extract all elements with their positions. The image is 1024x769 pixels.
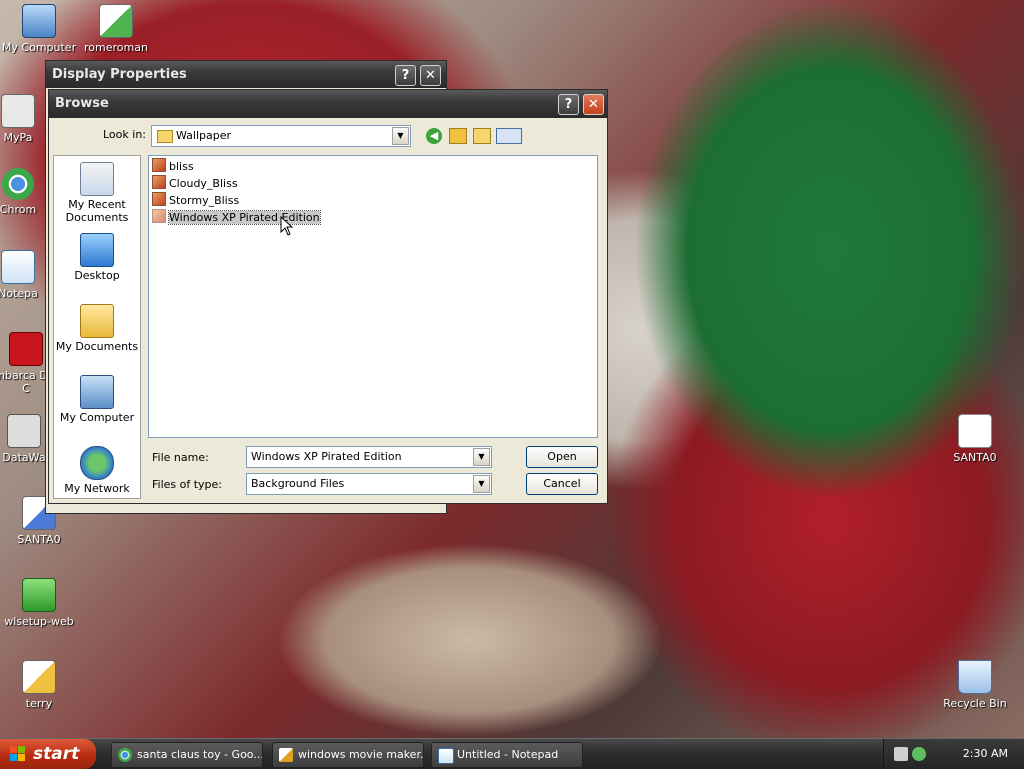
desktop-icon-label: wlsetup-web [4, 615, 74, 628]
task-label: Untitled - Notepad [457, 748, 559, 761]
file-type-label: Files of type: [152, 478, 223, 491]
file-type-value: Background Files [251, 477, 345, 490]
desktop-icon [80, 233, 114, 267]
desktop-icon-label: SANTA0 [17, 533, 61, 546]
system-tray: 2:30 AM [883, 739, 1024, 769]
taskbar-item-chrome[interactable]: santa claus toy - Goo... [111, 742, 263, 768]
desktop-icon-label: Recycle Bin [943, 697, 1007, 710]
window-title: Display Properties [52, 67, 187, 82]
recent-documents-icon [80, 162, 114, 196]
my-computer-icon [80, 375, 114, 409]
cancel-button[interactable]: Cancel [526, 473, 598, 495]
place-label: My Computer [59, 411, 135, 424]
place-label: My Network [64, 482, 130, 495]
desktop-icon-terry[interactable]: terry [1, 660, 77, 710]
desktop-icon-label: My Computer [1, 41, 77, 54]
mouse-cursor-icon [280, 216, 294, 236]
back-icon[interactable]: ◀ [426, 128, 442, 144]
place-desktop[interactable]: Desktop [54, 233, 140, 282]
close-button[interactable]: ✕ [420, 65, 441, 86]
desktop-icon-my-computer[interactable]: My Computer [1, 4, 77, 54]
look-in-label: Look in: [103, 128, 146, 141]
desktop-icon-santa0-doc[interactable]: SANTA0 [937, 414, 1013, 464]
file-name-field[interactable]: Windows XP Pirated Edition ▼ [246, 446, 492, 468]
list-item[interactable]: Stormy_Bliss [152, 192, 239, 208]
taskbar-item-notepad[interactable]: Untitled - Notepad [431, 742, 583, 768]
chevron-down-icon[interactable]: ▼ [392, 127, 409, 145]
paint-file-icon [99, 4, 133, 38]
paint-file-icon [279, 748, 293, 762]
display-properties-titlebar[interactable]: Display Properties ? ✕ [46, 61, 446, 88]
chrome-icon [118, 748, 132, 762]
my-network-icon [80, 446, 114, 480]
file-name: Cloudy_Bliss [169, 177, 238, 190]
desktop-icon-recycle-bin[interactable]: Recycle Bin [937, 660, 1013, 710]
image-file-icon [152, 175, 166, 189]
recycle-bin-icon [958, 660, 992, 694]
place-my-network[interactable]: My Network [54, 446, 140, 495]
paint-file-icon [22, 660, 56, 694]
help-button[interactable]: ? [558, 94, 579, 115]
notepad-icon [438, 748, 454, 764]
file-type-dropdown[interactable]: Background Files ▼ [246, 473, 492, 495]
my-documents-icon [80, 304, 114, 338]
desktop-icon-romeroman[interactable]: romeroman [78, 4, 154, 54]
file-name-label: File name: [152, 451, 209, 464]
chevron-down-icon[interactable]: ▼ [473, 475, 490, 493]
tray-tool-icon[interactable] [894, 747, 908, 761]
file-name: Stormy_Bliss [169, 194, 240, 207]
desktop-icon-label: terry [25, 697, 53, 710]
image-file-icon [152, 209, 166, 223]
place-my-computer[interactable]: My Computer [54, 375, 140, 424]
dialog-title: Browse [55, 96, 109, 111]
view-menu-icon[interactable] [496, 128, 522, 144]
desktop-icon-label: romeroman [84, 41, 148, 54]
file-name-value: Windows XP Pirated Edition [251, 450, 402, 463]
start-button[interactable]: start [0, 739, 96, 769]
tray-status-icon[interactable] [912, 747, 926, 761]
devcpp-icon [9, 332, 43, 366]
task-label: windows movie maker... [298, 748, 424, 761]
browse-titlebar[interactable]: Browse ? ✕ [49, 90, 607, 118]
close-button[interactable]: ✕ [583, 94, 604, 115]
image-file-icon [152, 192, 166, 206]
my-computer-icon [22, 4, 56, 38]
new-folder-icon[interactable] [473, 128, 491, 144]
clock[interactable]: 2:30 AM [963, 739, 1008, 769]
place-label: Desktop [74, 269, 120, 282]
list-item[interactable]: bliss [152, 158, 194, 174]
place-my-documents[interactable]: My Documents [54, 304, 140, 353]
file-name: bliss [169, 160, 194, 173]
desktop-icon-label: SANTA0 [953, 451, 997, 464]
place-label: My Documents [55, 340, 139, 353]
place-label: My Recent Documents [65, 198, 129, 224]
places-bar: My Recent Documents Desktop My Documents… [53, 155, 141, 499]
windows-logo-icon [10, 746, 25, 761]
chevron-down-icon[interactable]: ▼ [473, 448, 490, 466]
look-in-value: Wallpaper [176, 129, 232, 142]
notepad-icon [1, 250, 35, 284]
taskbar: start santa claus toy - Goo... windows m… [0, 738, 1024, 769]
up-folder-icon[interactable] [449, 128, 467, 144]
task-label: santa claus toy - Goo... [137, 748, 263, 761]
start-label: start [33, 744, 80, 764]
shortcut-icon [1, 94, 35, 128]
installer-icon [22, 578, 56, 612]
open-button[interactable]: Open [526, 446, 598, 468]
taskbar-item-movie-maker[interactable]: windows movie maker... [272, 742, 424, 768]
browse-dialog: Browse ? ✕ Look in: Wallpaper ▼ ◀ My Rec… [48, 89, 608, 504]
folder-icon [157, 130, 173, 143]
document-icon [958, 414, 992, 448]
file-name: Windows XP Pirated Edition [168, 210, 321, 225]
place-my-recent-documents[interactable]: My Recent Documents [54, 162, 140, 224]
desktop-icon-wlsetup[interactable]: wlsetup-web [1, 578, 77, 628]
list-item-selected[interactable]: Windows XP Pirated Edition [152, 209, 321, 225]
list-item[interactable]: Cloudy_Bliss [152, 175, 238, 191]
chrome-icon [2, 168, 34, 200]
file-list[interactable]: bliss Cloudy_Bliss Stormy_Bliss Windows … [148, 155, 598, 438]
look-in-dropdown[interactable]: Wallpaper ▼ [151, 125, 411, 147]
shortcut-icon [7, 414, 41, 448]
help-button[interactable]: ? [395, 65, 416, 86]
image-file-icon [152, 158, 166, 172]
